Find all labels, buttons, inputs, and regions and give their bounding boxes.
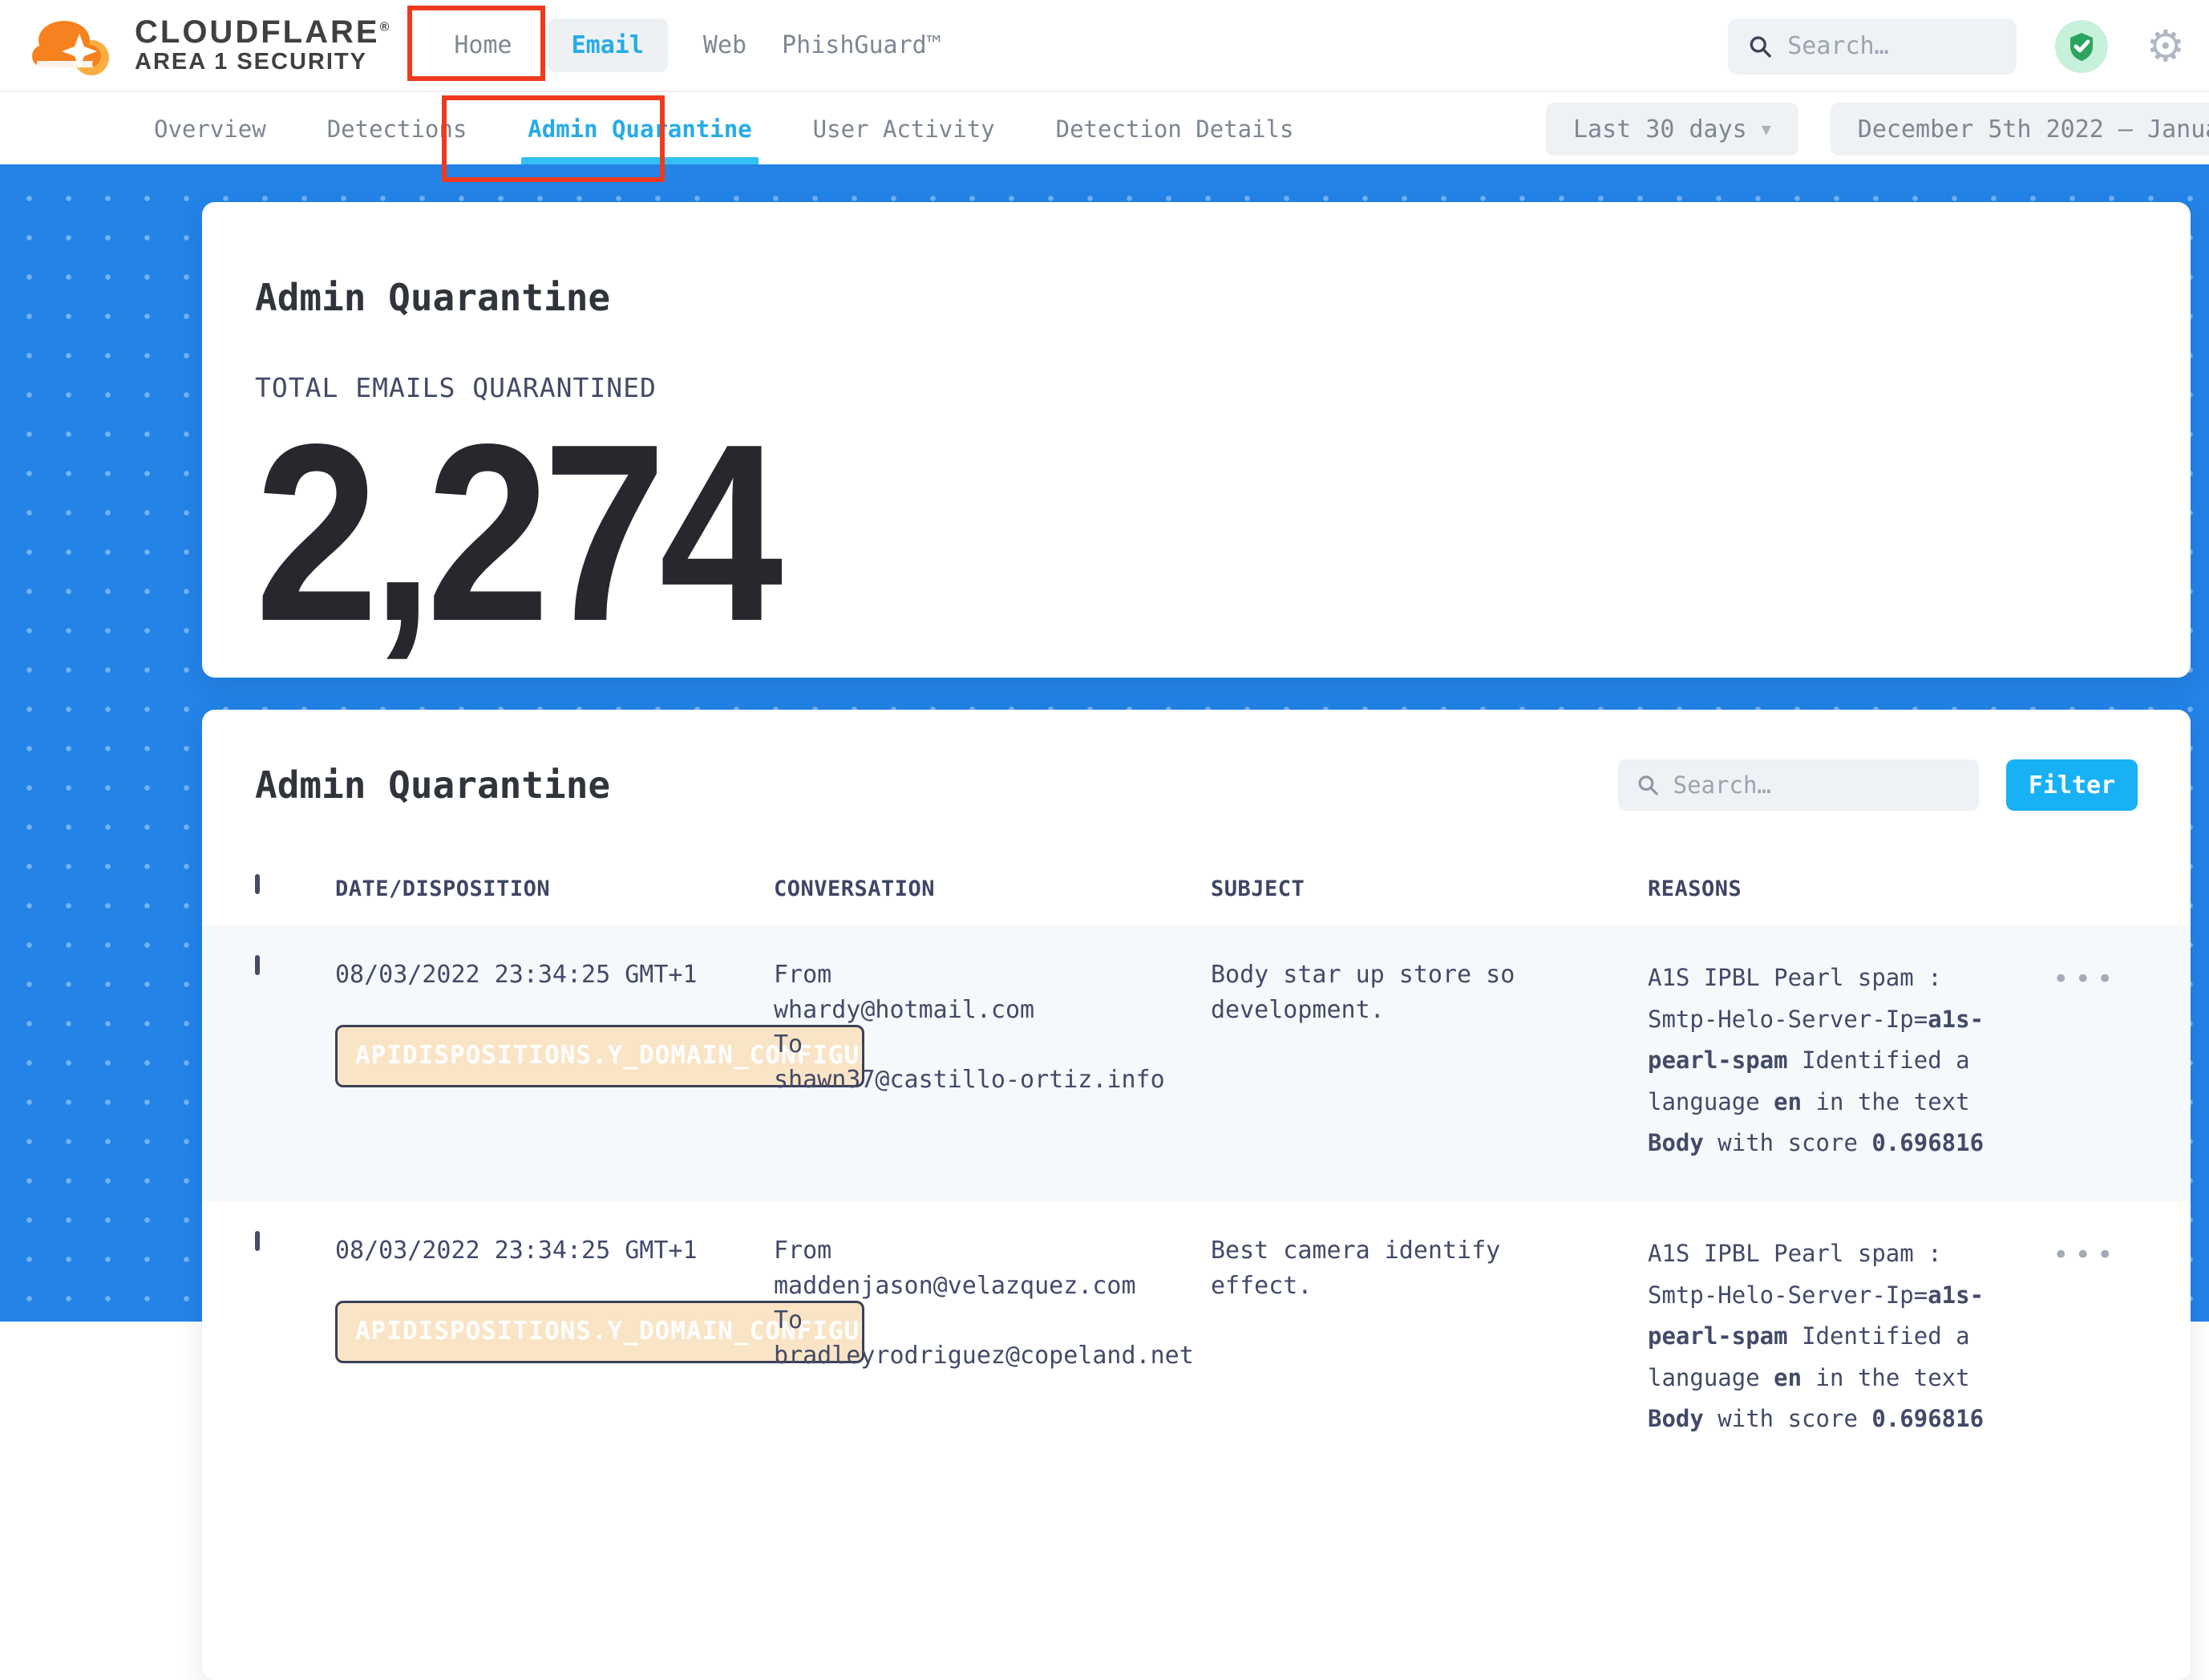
date-range-select[interactable]: Last 30 days ▼ bbox=[1546, 103, 1798, 156]
from-label: From bbox=[774, 957, 1179, 993]
column-header-subject: SUBJECT bbox=[1211, 876, 1648, 901]
tab-overview[interactable]: Overview bbox=[151, 96, 269, 162]
tab-detection-details[interactable]: Detection Details bbox=[1053, 96, 1297, 162]
chevron-down-icon: ▼ bbox=[1762, 119, 1771, 139]
tab-user-activity[interactable]: User Activity bbox=[810, 96, 998, 162]
column-header-date: DATE/DISPOSITION bbox=[335, 876, 774, 901]
row-date: 08/03/2022 23:34:25 GMT+1 bbox=[335, 961, 698, 989]
date-range-display[interactable]: December 5th 2022 — January 4th 2023 bbox=[1831, 103, 2209, 156]
row-subject: Body star up store so development. bbox=[1211, 957, 1648, 1164]
search-icon bbox=[1749, 33, 1772, 60]
row-conversation: From whardy@hotmail.com To shawn37@casti… bbox=[774, 957, 1211, 1164]
row-reasons: A1S IPBL Pearl spam : Smtp-Helo-Server-I… bbox=[1648, 1233, 2053, 1440]
page-background: Admin Quarantine TOTAL EMAILS QUARANTINE… bbox=[0, 164, 2209, 1322]
row-date: 08/03/2022 23:34:25 GMT+1 bbox=[335, 1237, 698, 1265]
select-all-checkbox[interactable] bbox=[255, 874, 260, 894]
row-actions-button[interactable]: ••• bbox=[2053, 1233, 2122, 1440]
total-quarantined-value: 2,274 bbox=[255, 407, 776, 659]
column-header-conversation: CONVERSATION bbox=[774, 876, 1211, 901]
table-card-title: Admin Quarantine bbox=[255, 763, 1618, 807]
nav-item-web[interactable]: Web bbox=[703, 31, 746, 59]
brand-name: CLOUDFLARE® bbox=[135, 15, 391, 49]
to-label: To bbox=[774, 1303, 1179, 1338]
to-label: To bbox=[774, 1027, 1179, 1063]
app-header: CLOUDFLARE® AREA 1 SECURITY Home Email W… bbox=[0, 0, 2209, 92]
cloudflare-cloud-icon bbox=[29, 11, 123, 80]
table-search-input[interactable] bbox=[1673, 771, 1960, 799]
nav-item-phishguard[interactable]: PhishGuard™ bbox=[782, 31, 941, 59]
tab-admin-quarantine[interactable]: Admin Quarantine bbox=[524, 96, 755, 162]
gear-icon[interactable]: ⚙ bbox=[2146, 25, 2185, 68]
global-search-input[interactable] bbox=[1787, 32, 1995, 60]
table-row: 08/03/2022 23:34:25 GMT+1 APIDISPOSITION… bbox=[202, 925, 2191, 1201]
email-subnav: Overview Detections Admin Quarantine Use… bbox=[0, 94, 2209, 164]
summary-card-title: Admin Quarantine bbox=[255, 202, 2138, 319]
protection-status-badge[interactable] bbox=[2055, 20, 2108, 73]
nav-item-email[interactable]: Email bbox=[548, 18, 668, 72]
to-address: shawn37@castillo-ortiz.info bbox=[774, 1063, 1179, 1098]
row-conversation: From maddenjason@velazquez.com To bradle… bbox=[774, 1233, 1211, 1440]
row-actions-button[interactable]: ••• bbox=[2053, 957, 2122, 1164]
filter-button[interactable]: Filter bbox=[2006, 759, 2138, 811]
brand-subtitle: AREA 1 SECURITY bbox=[135, 49, 391, 75]
nav-item-home[interactable]: Home bbox=[454, 31, 512, 59]
global-search[interactable] bbox=[1728, 18, 2017, 75]
row-reasons: A1S IPBL Pearl spam : Smtp-Helo-Server-I… bbox=[1648, 957, 2053, 1164]
from-address: whardy@hotmail.com bbox=[774, 993, 1179, 1028]
quarantine-table-card: Admin Quarantine Filter DATE/DISPOSITION… bbox=[202, 710, 2191, 1680]
search-icon bbox=[1637, 773, 1659, 797]
table-header-row: DATE/DISPOSITION CONVERSATION SUBJECT RE… bbox=[255, 854, 2138, 925]
shield-check-icon bbox=[2065, 30, 2098, 63]
row-subject: Best camera identify effect. bbox=[1211, 1233, 1648, 1440]
from-address: maddenjason@velazquez.com bbox=[774, 1269, 1179, 1304]
from-label: From bbox=[774, 1233, 1179, 1269]
to-address: bradleyrodriguez@copeland.net bbox=[774, 1338, 1179, 1374]
row-checkbox[interactable] bbox=[255, 955, 260, 975]
tab-detections[interactable]: Detections bbox=[324, 96, 471, 162]
row-checkbox[interactable] bbox=[255, 1231, 260, 1251]
quarantine-summary-card: Admin Quarantine TOTAL EMAILS QUARANTINE… bbox=[202, 202, 2191, 678]
top-nav: Home Email Web PhishGuard™ bbox=[454, 18, 941, 72]
cloudflare-logo[interactable]: CLOUDFLARE® AREA 1 SECURITY bbox=[29, 11, 391, 80]
column-header-reasons: REASONS bbox=[1648, 876, 2053, 901]
registered-mark: ® bbox=[380, 21, 392, 34]
table-row: 08/03/2022 23:34:25 GMT+1 APIDISPOSITION… bbox=[202, 1201, 2191, 1477]
table-search[interactable] bbox=[1618, 759, 1979, 811]
